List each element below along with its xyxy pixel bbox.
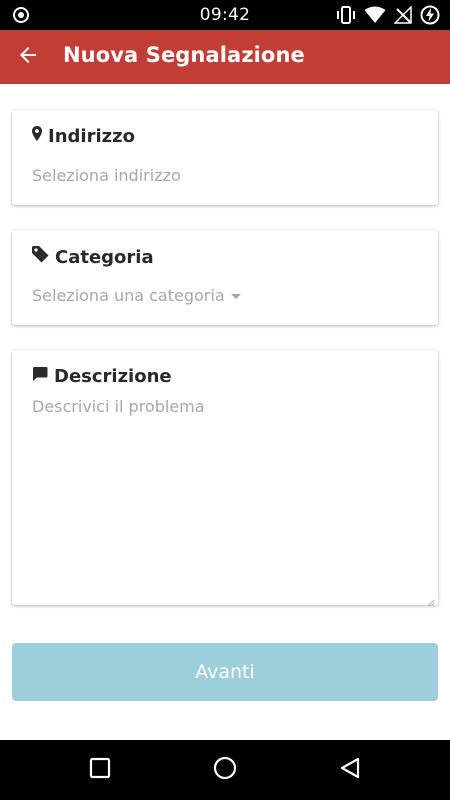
caret-down-icon	[230, 294, 241, 299]
description-card: Descrizione Descrivici il problema	[12, 350, 438, 607]
recents-icon	[89, 757, 111, 784]
no-signal-icon	[394, 6, 412, 24]
address-label: Indirizzo	[32, 126, 135, 147]
category-select-text: Seleziona una categoria	[32, 286, 225, 305]
recents-button[interactable]	[87, 757, 113, 783]
wifi-icon	[364, 6, 386, 24]
address-field[interactable]: Seleziona indirizzo	[32, 166, 181, 185]
next-button[interactable]: Avanti	[12, 643, 438, 701]
battery-charging-icon	[420, 5, 440, 25]
status-bar: 09:42	[0, 0, 450, 30]
category-card: Categoria Seleziona una categoria	[12, 230, 438, 325]
description-label-text: Descrizione	[54, 366, 172, 387]
back-icon	[339, 757, 361, 784]
back-button[interactable]	[14, 43, 42, 71]
map-pin-icon	[32, 126, 42, 147]
comment-icon	[32, 366, 48, 387]
system-back-button[interactable]	[337, 757, 363, 783]
arrow-left-icon	[16, 43, 40, 72]
resize-handle-icon[interactable]	[427, 594, 435, 607]
description-textarea[interactable]: Descrivici il problema	[32, 397, 205, 416]
category-label-text: Categoria	[55, 246, 154, 268]
page-title: Nuova Segnalazione	[63, 43, 305, 67]
vibrate-icon	[336, 5, 356, 25]
category-label: Categoria	[32, 246, 154, 268]
address-label-text: Indirizzo	[48, 126, 135, 147]
tag-icon	[32, 246, 49, 268]
app-bar: Nuova Segnalazione	[0, 30, 450, 84]
status-icons	[336, 4, 440, 26]
navigation-bar	[0, 740, 450, 800]
description-label: Descrizione	[32, 366, 172, 387]
address-card: Indirizzo Seleziona indirizzo	[12, 110, 438, 205]
home-button[interactable]	[212, 756, 238, 785]
home-icon	[213, 756, 237, 785]
category-select[interactable]: Seleziona una categoria	[32, 286, 241, 305]
